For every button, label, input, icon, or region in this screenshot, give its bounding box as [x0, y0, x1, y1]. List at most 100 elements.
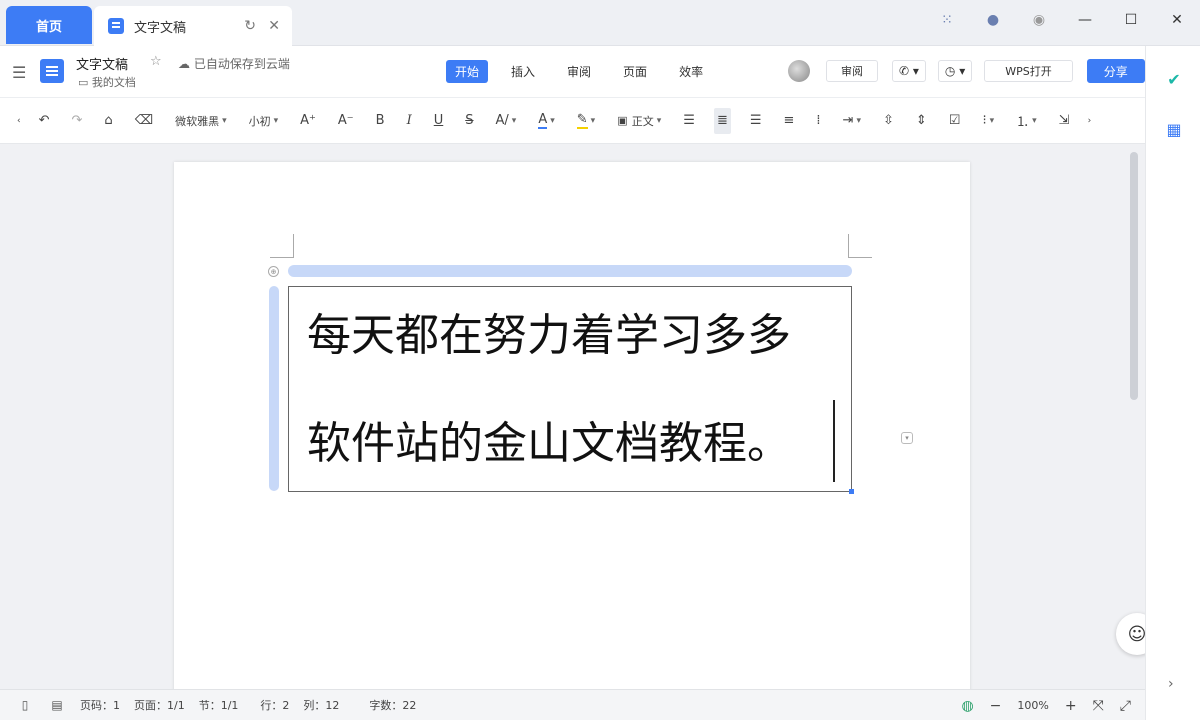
document-icon [108, 18, 124, 34]
home-tab[interactable]: 首页 [6, 6, 92, 44]
check-icon[interactable]: ✔ [1163, 68, 1185, 90]
font-family-select[interactable]: 微软雅黑 ▾ [172, 108, 230, 134]
redo-icon[interactable]: ↷ [69, 108, 86, 134]
status-bar: ▯ ▤ 页码：1 页面：1/1 节：1/1 行：2 列：12 字数：22 ◍ −… [0, 689, 1145, 720]
open-in-wps-button[interactable]: WPS打开 [984, 60, 1073, 82]
line-spacing-icon[interactable]: ⇳ [880, 108, 897, 134]
highlight-icon[interactable]: ✎ ▾ [574, 108, 598, 134]
vertical-scrollbar[interactable] [1130, 152, 1138, 400]
fullscreen-icon[interactable]: ⤢ [1120, 698, 1131, 714]
folder-location[interactable]: ▭ 我的文档 [78, 74, 136, 90]
font-color-icon[interactable]: A ▾ [535, 108, 557, 134]
review-button[interactable]: 审阅 [826, 60, 878, 82]
justify-icon[interactable]: ≡ [781, 108, 798, 134]
margin-corner-top-left [270, 234, 294, 258]
hamburger-menu-icon[interactable]: ☰ [12, 63, 26, 82]
indent-icon[interactable]: ⇥ ▾ [840, 108, 864, 134]
text-line[interactable]: 软件站的金山文档教程。 [307, 415, 835, 473]
close-window-button[interactable]: ✕ [1154, 2, 1200, 38]
selection-bar-horizontal [288, 265, 852, 277]
phone-icon: ✆ [899, 64, 910, 78]
page-number: 页码：1 [80, 699, 120, 712]
zoom-in-button[interactable]: + [1065, 698, 1077, 714]
save-status: ☁ 已自动保存到云端 [178, 57, 290, 71]
text-line[interactable]: 每天都在努力着学习多多 [307, 307, 835, 365]
paragraph-style-select[interactable]: ▣ 正文 ▾ [614, 108, 664, 134]
block-marker-icon[interactable]: ⊕ [268, 266, 279, 277]
tab-start[interactable]: 开始 [446, 60, 489, 83]
strikethrough-icon[interactable]: S [462, 108, 476, 134]
apps-grid-icon[interactable]: ⁙ [932, 5, 962, 35]
toolbar-scroll-right-icon[interactable]: › [1085, 108, 1095, 134]
outline-icon[interactable]: ▯ [16, 696, 34, 714]
align-right-icon[interactable]: ☰ [747, 108, 765, 134]
eraser-icon[interactable]: ⌫ [132, 108, 156, 134]
editor-canvas: ⊕ 每天都在努力着学习多多 软件站的金山文档教程。 ▾ ☺ [0, 144, 1145, 689]
calendar-icon[interactable]: ▦ [1163, 118, 1185, 140]
page-count: 页面：1/1 [134, 699, 185, 712]
distribute-icon[interactable]: ⁞ [813, 108, 823, 134]
text-block[interactable]: 每天都在努力着学习多多 软件站的金山文档教程。 [288, 286, 852, 492]
doc-logo-icon [40, 59, 64, 83]
save-status-text: 已自动保存到云端 [193, 57, 290, 71]
title-bar: 首页 文字文稿 ↻ ✕ ⁙ ● ◉ — ☐ ✕ [0, 0, 1200, 46]
maximize-button[interactable]: ☐ [1108, 2, 1154, 38]
italic-icon[interactable]: I [404, 108, 415, 134]
more-tools-icon[interactable]: ⇲ [1056, 108, 1073, 134]
increase-font-icon[interactable]: A⁺ [297, 108, 319, 134]
bullet-list-icon[interactable]: ⁝ ▾ [979, 108, 997, 134]
chat-icon[interactable]: ● [978, 5, 1008, 35]
call-button[interactable]: ✆ ▾ [892, 60, 926, 82]
star-icon[interactable]: ☆ [150, 54, 162, 69]
comment-marker-icon[interactable]: ▾ [901, 432, 913, 444]
fit-page-icon[interactable]: ⤧ [1093, 698, 1104, 714]
collaborator-avatar[interactable] [788, 60, 810, 82]
document-title[interactable]: 文字文稿 [76, 54, 128, 73]
paragraph-spacing-icon[interactable]: ⇕ [913, 108, 930, 134]
style-value: 正文 [631, 114, 654, 128]
resize-handle[interactable] [849, 489, 854, 494]
text-effect-icon[interactable]: A/▾ [493, 108, 520, 134]
tab-document[interactable]: 文字文稿 ↻ ✕ [94, 6, 292, 46]
checkbox-icon[interactable]: ☑ [946, 108, 964, 134]
close-tab-icon[interactable]: ✕ [268, 18, 280, 34]
user-avatar-icon[interactable]: ◉ [1024, 5, 1054, 35]
sync-status-icon[interactable]: ◍ [961, 698, 973, 714]
refresh-icon[interactable]: ↻ [244, 18, 256, 34]
clock-icon: ◷ [944, 64, 956, 78]
zoom-controls: ◍ − 100% + ⤧ ⤢ [961, 690, 1131, 720]
font-family-value: 微软雅黑 [175, 114, 220, 128]
format-painter-icon[interactable]: ⌂ [101, 108, 115, 134]
style-icon: ▣ [617, 114, 628, 127]
window-controls: ⁙ ● ◉ — ☐ ✕ [924, 0, 1200, 40]
document-page[interactable]: ⊕ 每天都在努力着学习多多 软件站的金山文档教程。 ▾ [174, 162, 970, 689]
toolbar-scroll-left-icon[interactable]: ‹ [14, 108, 24, 134]
section-count: 节：1/1 [198, 699, 239, 712]
expand-sidebar-icon[interactable]: › [1168, 676, 1174, 692]
underline-icon[interactable]: U [431, 108, 447, 134]
assistant-icon[interactable]: ☺ [1116, 613, 1145, 655]
tab-review[interactable]: 审阅 [558, 60, 600, 83]
bold-icon[interactable]: B [373, 108, 388, 134]
undo-icon[interactable]: ↶ [36, 108, 53, 134]
tab-efficiency[interactable]: 效率 [670, 60, 712, 83]
document-header: ☰ 文字文稿 ☆ ☁ 已自动保存到云端 ▭ 我的文档 开始 插入 审阅 页面 效… [0, 46, 1145, 98]
align-center-icon[interactable]: ≣ [713, 107, 731, 134]
history-button[interactable]: ◷ ▾ [937, 60, 973, 82]
folder-name: 我的文档 [91, 76, 136, 89]
share-button[interactable]: 分享 [1086, 59, 1145, 83]
page-view-icon[interactable]: ▤ [48, 696, 66, 714]
font-size-select[interactable]: 小初 ▾ [246, 108, 282, 134]
format-toolbar: ‹ ↶ ↷ ⌂ ⌫ 微软雅黑 ▾ 小初 ▾ A⁺ A⁻ B I U S A/▾ A ▾… [0, 98, 1145, 144]
doc-tab-label: 文字文稿 [134, 20, 187, 36]
tab-insert[interactable]: 插入 [502, 60, 544, 83]
numbered-list-icon[interactable]: ⒈ ▾ [1013, 108, 1040, 134]
zoom-out-button[interactable]: − [990, 698, 1002, 714]
tab-page[interactable]: 页面 [614, 60, 656, 83]
decrease-font-icon[interactable]: A⁻ [335, 108, 357, 134]
row-position: 行：2 [260, 699, 290, 712]
zoom-level[interactable]: 100% [1017, 699, 1048, 712]
minimize-button[interactable]: — [1062, 2, 1108, 38]
menu-tabs: 开始 插入 审阅 页面 效率 [446, 60, 726, 83]
align-left-icon[interactable]: ☰ [680, 108, 698, 134]
